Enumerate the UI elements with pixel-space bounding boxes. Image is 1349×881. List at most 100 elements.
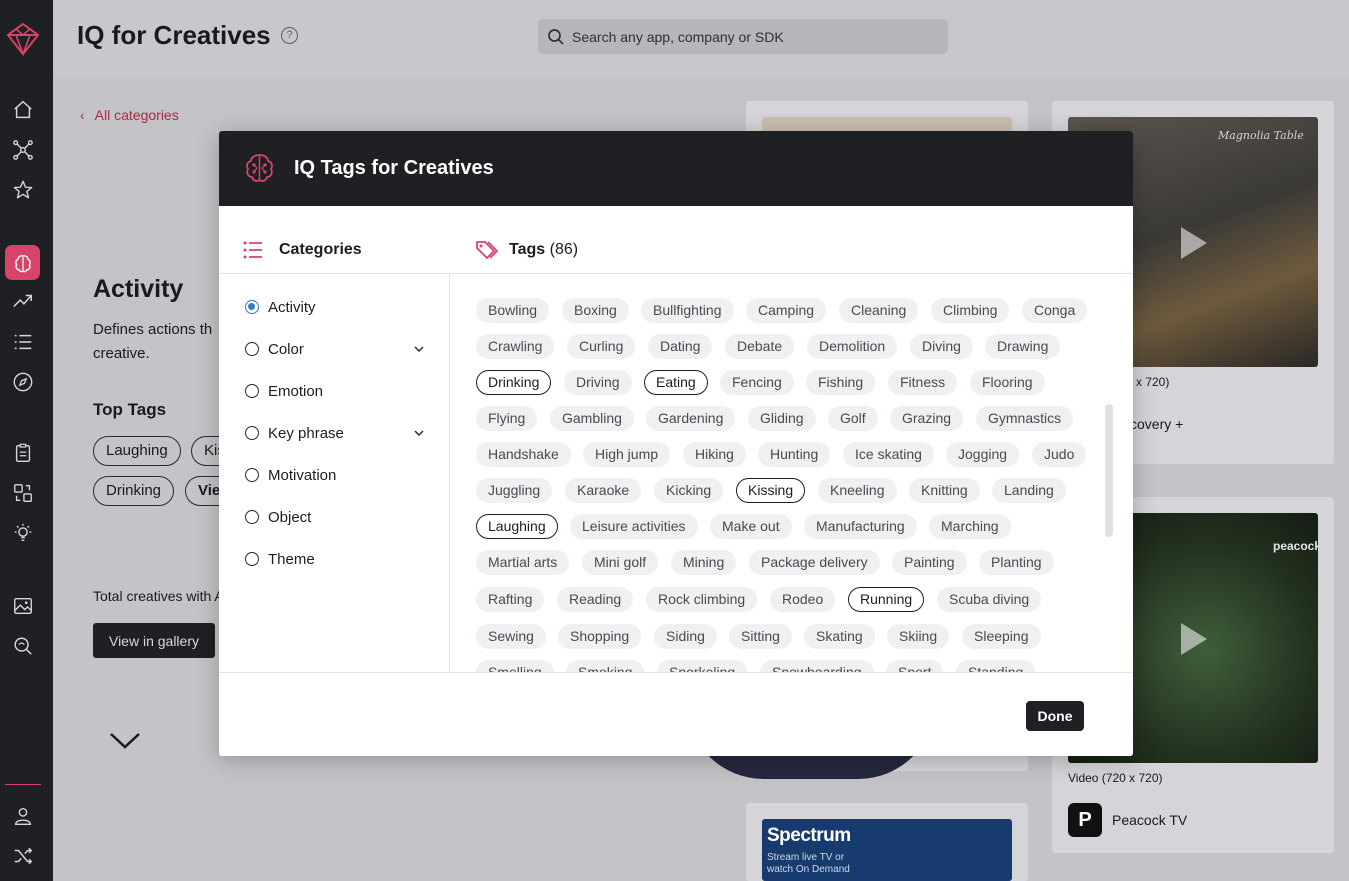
tag-chip[interactable]: Camping bbox=[746, 298, 827, 323]
category-option[interactable]: Key phrase bbox=[245, 422, 425, 444]
tag-chip[interactable]: Package delivery bbox=[749, 550, 880, 575]
help-icon[interactable]: ? bbox=[281, 27, 298, 44]
search-input[interactable] bbox=[572, 19, 932, 54]
tag-chip[interactable]: Kneeling bbox=[818, 478, 897, 503]
tag-chip[interactable]: Bullfighting bbox=[641, 298, 734, 323]
tag-chip[interactable]: Gardening bbox=[646, 406, 736, 431]
tag-chip-selected[interactable]: Kissing bbox=[736, 478, 806, 503]
tag-chip[interactable]: Crawling bbox=[476, 334, 555, 359]
tag-chip[interactable]: Leisure activities bbox=[570, 514, 698, 539]
category-option[interactable]: Object bbox=[245, 506, 425, 528]
sidebar-item-list[interactable] bbox=[8, 327, 38, 357]
tag-chip[interactable]: Mining bbox=[671, 550, 737, 575]
tag-chip[interactable]: Debate bbox=[725, 334, 795, 359]
tag-chip[interactable]: Fishing bbox=[806, 370, 876, 395]
sidebar-item-user[interactable] bbox=[8, 801, 38, 831]
tag-chip[interactable]: Cleaning bbox=[839, 298, 919, 323]
tag-chip[interactable]: Manufacturing bbox=[804, 514, 917, 539]
tags-scrollbar[interactable] bbox=[1105, 404, 1113, 537]
creative-card[interactable]: Spectrum Stream live TV or watch On Deman… bbox=[746, 803, 1028, 881]
tag-chip[interactable]: Siding bbox=[654, 624, 717, 649]
tag-chip[interactable]: High jump bbox=[583, 442, 671, 467]
tag-chip[interactable]: Martial arts bbox=[476, 550, 570, 575]
sidebar-item-clipboard[interactable] bbox=[8, 438, 38, 468]
tag-chip[interactable]: Jogging bbox=[946, 442, 1020, 467]
category-option[interactable]: Activity bbox=[245, 296, 425, 318]
play-icon[interactable] bbox=[1181, 227, 1207, 259]
tag-chip[interactable]: Handshake bbox=[476, 442, 571, 467]
tag-chip[interactable]: Rock climbing bbox=[646, 587, 758, 612]
radio-button[interactable] bbox=[245, 468, 259, 482]
tag-chip[interactable]: Reading bbox=[557, 587, 634, 612]
category-option[interactable]: Emotion bbox=[245, 380, 425, 402]
chevron-down-icon[interactable] bbox=[413, 343, 425, 355]
tag-chip[interactable]: Shopping bbox=[558, 624, 642, 649]
tag-chip[interactable]: Golf bbox=[828, 406, 878, 431]
chevron-down-icon[interactable] bbox=[413, 427, 425, 439]
tag-chip[interactable]: Dating bbox=[648, 334, 713, 359]
tag-chip[interactable]: Make out bbox=[710, 514, 792, 539]
tag-chip[interactable]: Juggling bbox=[476, 478, 553, 503]
tag-chip[interactable]: Flooring bbox=[970, 370, 1045, 395]
tag-chip[interactable]: Diving bbox=[910, 334, 973, 359]
sidebar-item-image[interactable] bbox=[8, 591, 38, 621]
tag-chip[interactable]: Gambling bbox=[550, 406, 634, 431]
radio-button[interactable] bbox=[245, 384, 259, 398]
tag-chip[interactable]: Kicking bbox=[654, 478, 724, 503]
tag-chip[interactable]: Scuba diving bbox=[937, 587, 1042, 612]
top-tag-chip[interactable]: Drinking bbox=[93, 476, 175, 506]
sidebar-item-compass[interactable] bbox=[8, 367, 38, 397]
tag-chip[interactable]: Conga bbox=[1022, 298, 1088, 323]
sidebar-item-network[interactable] bbox=[8, 135, 38, 165]
radio-button[interactable] bbox=[245, 300, 259, 314]
tags-panel[interactable]: Bowling Boxing Bullfighting Camping Cleaning… bbox=[451, 274, 1133, 673]
tag-chip[interactable]: Demolition bbox=[807, 334, 898, 359]
creative-thumbnail[interactable]: Spectrum Stream live TV or watch On Deman… bbox=[762, 819, 1012, 881]
done-button[interactable]: Done bbox=[1026, 701, 1084, 731]
tag-chip-selected[interactable]: Eating bbox=[644, 370, 708, 395]
tag-chip[interactable]: Mini golf bbox=[582, 550, 659, 575]
tag-chip-selected[interactable]: Laughing bbox=[476, 514, 558, 539]
tag-chip[interactable]: Skating bbox=[804, 624, 875, 649]
tag-chip[interactable]: Bowling bbox=[476, 298, 550, 323]
sidebar-item-trending[interactable] bbox=[8, 286, 38, 316]
tag-chip[interactable]: Fitness bbox=[888, 370, 958, 395]
view-in-gallery-button[interactable]: View in gallery bbox=[93, 623, 215, 658]
top-tag-chip[interactable]: Laughing bbox=[93, 436, 181, 466]
tag-chip[interactable]: Drawing bbox=[985, 334, 1061, 359]
sidebar-item-lightbulb[interactable] bbox=[8, 518, 38, 548]
tag-chip[interactable]: Karaoke bbox=[565, 478, 642, 503]
sidebar-item-brain[interactable] bbox=[5, 245, 40, 280]
category-option[interactable]: Color bbox=[245, 338, 425, 360]
tag-chip[interactable]: Grazing bbox=[890, 406, 964, 431]
sidebar-item-search[interactable] bbox=[8, 631, 38, 661]
sidebar-item-home[interactable] bbox=[8, 95, 38, 125]
tag-chip[interactable]: Boxing bbox=[562, 298, 629, 323]
tag-chip[interactable]: Knitting bbox=[909, 478, 980, 503]
tag-chip[interactable]: Ice skating bbox=[843, 442, 934, 467]
tag-chip[interactable]: Sleeping bbox=[962, 624, 1041, 649]
tag-chip[interactable]: Judo bbox=[1032, 442, 1087, 467]
tag-chip[interactable]: Flying bbox=[476, 406, 538, 431]
radio-button[interactable] bbox=[245, 510, 259, 524]
radio-button[interactable] bbox=[245, 342, 259, 356]
tag-chip[interactable]: Gymnastics bbox=[976, 406, 1074, 431]
tag-chip[interactable]: Landing bbox=[992, 478, 1066, 503]
tag-chip[interactable]: Painting bbox=[892, 550, 967, 575]
tag-chip[interactable]: Gliding bbox=[748, 406, 816, 431]
radio-button[interactable] bbox=[245, 426, 259, 440]
chevron-down-icon[interactable] bbox=[108, 728, 142, 752]
sidebar-item-star[interactable] bbox=[8, 175, 38, 205]
tag-chip[interactable]: Fencing bbox=[720, 370, 794, 395]
tag-chip[interactable]: Hiking bbox=[683, 442, 746, 467]
tag-chip-selected[interactable]: Running bbox=[848, 587, 925, 612]
tag-chip[interactable]: Driving bbox=[564, 370, 632, 395]
diamond-logo-icon[interactable] bbox=[4, 20, 42, 58]
category-option[interactable]: Motivation bbox=[245, 464, 425, 486]
tag-chip[interactable]: Marching bbox=[929, 514, 1011, 539]
tag-chip[interactable]: Hunting bbox=[758, 442, 831, 467]
tag-chip-selected[interactable]: Drinking bbox=[476, 370, 552, 395]
back-link[interactable]: ‹ All categories bbox=[80, 107, 179, 123]
tag-chip[interactable]: Climbing bbox=[931, 298, 1010, 323]
tag-chip[interactable]: Skiing bbox=[887, 624, 950, 649]
